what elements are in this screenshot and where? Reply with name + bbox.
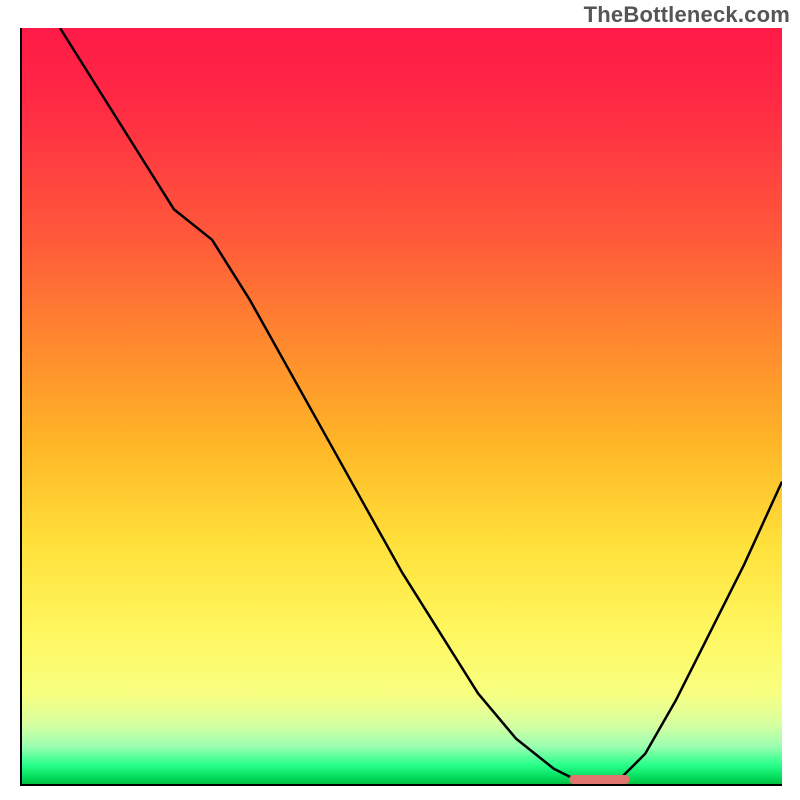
bottleneck-curve xyxy=(22,28,782,784)
plot-area xyxy=(20,28,782,786)
optimal-range-marker xyxy=(569,775,630,784)
chart-container: TheBottleneck.com xyxy=(0,0,800,800)
watermark-text: TheBottleneck.com xyxy=(584,2,790,28)
